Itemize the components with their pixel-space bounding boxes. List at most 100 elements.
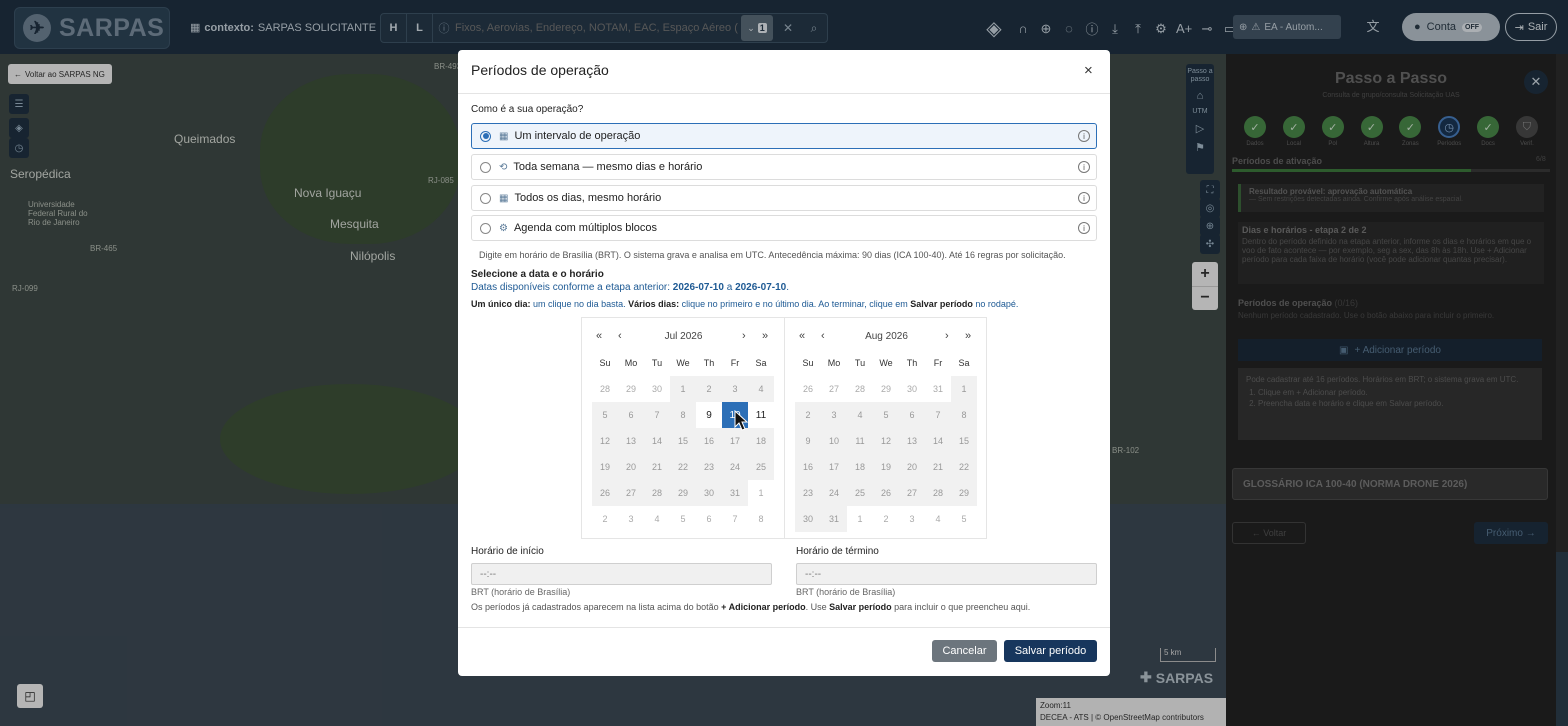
calendar-day: 1 [857,514,863,524]
calendar-days-grid: 26 27 28 29 30 31 1 2 3 4 5 6 7 8 9 10 11 12 13 14 15 16 17 18 1… [795,376,977,532]
calendar-day: 3 [628,514,634,524]
mouse-cursor-icon [734,410,748,431]
selection-help: Um único dia: um clique no dia basta. Vá… [471,299,1018,309]
calendar-day: 4 [847,402,873,428]
calendar-day: 5 [873,402,899,428]
calendar-day: 7 [925,402,951,428]
start-time-help: BRT (horário de Brasília) [471,587,571,597]
calendar-day: 22 [951,454,977,480]
weekday: We [879,358,893,368]
help-single-text: um clique no dia basta. [533,299,626,309]
help-save: Salvar período [910,299,973,309]
foot-c: . Use [805,602,827,612]
calendar-day: 25 [847,480,873,506]
weekday-header: Su Mo Tu We Th Fr Sa [795,358,977,368]
calendar-day: 5 [592,402,618,428]
calendar-day: 8 [670,402,696,428]
calendar-day[interactable]: 9 [696,402,722,428]
next-month-icon[interactable]: › [742,330,746,342]
calendar-day: 15 [670,428,696,454]
calendar-nav: « ‹ Aug 2026 › » [785,330,988,344]
calendar-day: 30 [795,506,821,532]
radio[interactable] [480,192,491,204]
calendar-day: 30 [906,384,917,394]
calendar-day: 3 [722,376,748,402]
calendar-day: 12 [592,428,618,454]
calendar-icon: ▦ [499,130,509,142]
help-end: no rodapé. [975,299,1019,309]
calendar-day: 7 [644,402,670,428]
option-daily[interactable]: ▦ Todos os dias, mesmo horário i [471,185,1097,211]
foot-e: para incluir o que preencheu aqui. [894,602,1031,612]
weekday: Mo [827,358,841,368]
calendar-day: 26 [873,480,899,506]
month-name: Jul [664,331,678,342]
calendar-day[interactable]: 11 [748,402,774,428]
next-year-icon[interactable]: » [965,330,971,342]
weekday: Fr [933,358,943,368]
help-multi-text: clique no primeiro e no último dia. Ao t… [681,299,908,309]
info-icon[interactable]: i [1078,161,1090,173]
option-weekly[interactable]: ⟲ Toda semana — mesmo dias e horário i [471,154,1097,180]
info-icon[interactable]: i [1078,130,1090,142]
calendar-day: 14 [644,428,670,454]
calendar-day: 28 [925,480,951,506]
periods-footnote: Os períodos já cadastrados aparecem na l… [471,602,1030,612]
end-time-input[interactable] [796,563,1097,585]
weekday: Tu [651,358,663,368]
operation-question: Como é a sua operação? [471,104,584,115]
calendar-day: 2 [602,514,608,524]
close-icon[interactable]: × [1084,62,1093,79]
calendar-day: 25 [748,454,774,480]
calendar-day: 4 [654,514,660,524]
calendar-days-grid: 2829301234567891011121314151617181920212… [592,376,774,532]
end-time-help: BRT (horário de Brasília) [796,587,896,597]
option-interval[interactable]: ▦ Um intervalo de operação i [471,123,1097,149]
calendar-day: 12 [873,428,899,454]
operation-periods-dialog: Períodos de operação × Como é a sua oper… [458,50,1110,676]
next-year-icon[interactable]: » [762,330,768,342]
next-month-icon[interactable]: › [945,330,949,342]
weekday: Su [802,358,814,368]
save-period-button[interactable]: Salvar período [1004,640,1097,662]
calendar-icon: ▦ [499,192,509,204]
calendar-month-label[interactable]: Jul 2026 [582,331,785,342]
calendar-day: 30 [651,384,662,394]
calendar-day: 13 [618,428,644,454]
radio[interactable] [480,222,491,234]
modal-title: Períodos de operação [471,62,609,78]
calendar-day: 19 [873,454,899,480]
calendar-day: 31 [821,506,847,532]
info-icon[interactable]: i [1078,222,1090,234]
weekday: Th [703,358,715,368]
weekday: We [676,358,690,368]
calendar-day: 13 [899,428,925,454]
calendar-day: 18 [748,428,774,454]
calendar-day: 29 [880,384,891,394]
calendar-month-label[interactable]: Aug 2026 [785,331,988,342]
range-start: 2026-07-10 [672,282,724,293]
info-icon[interactable]: i [1078,192,1090,204]
calendar-day: 29 [625,384,636,394]
calendar-day: 23 [795,480,821,506]
calendar-day: 1 [951,376,977,402]
calendar-day: 24 [821,480,847,506]
month-name: Aug [865,331,883,342]
calendar-day: 20 [618,454,644,480]
calendar-nav: « ‹ Jul 2026 › » [582,330,785,344]
cancel-button[interactable]: Cancelar [932,640,997,662]
help-multi: Vários dias: [628,299,680,309]
option-multi-block[interactable]: ⚙ Agenda com múltiplos blocos i [471,215,1097,241]
radio[interactable] [480,161,491,173]
calendar-day: 4 [748,376,774,402]
radio-selected[interactable] [480,130,491,142]
weekday: Th [906,358,918,368]
start-time-label: Horário de início [471,546,544,557]
calendar-day: 1 [758,488,764,498]
help-single: Um único dia: [471,299,531,309]
calendar-day: 14 [925,428,951,454]
select-date-title: Selecione a data e o horário [471,269,604,280]
weekday: Tu [854,358,866,368]
calendar-day: 10 [821,428,847,454]
start-time-input[interactable] [471,563,772,585]
